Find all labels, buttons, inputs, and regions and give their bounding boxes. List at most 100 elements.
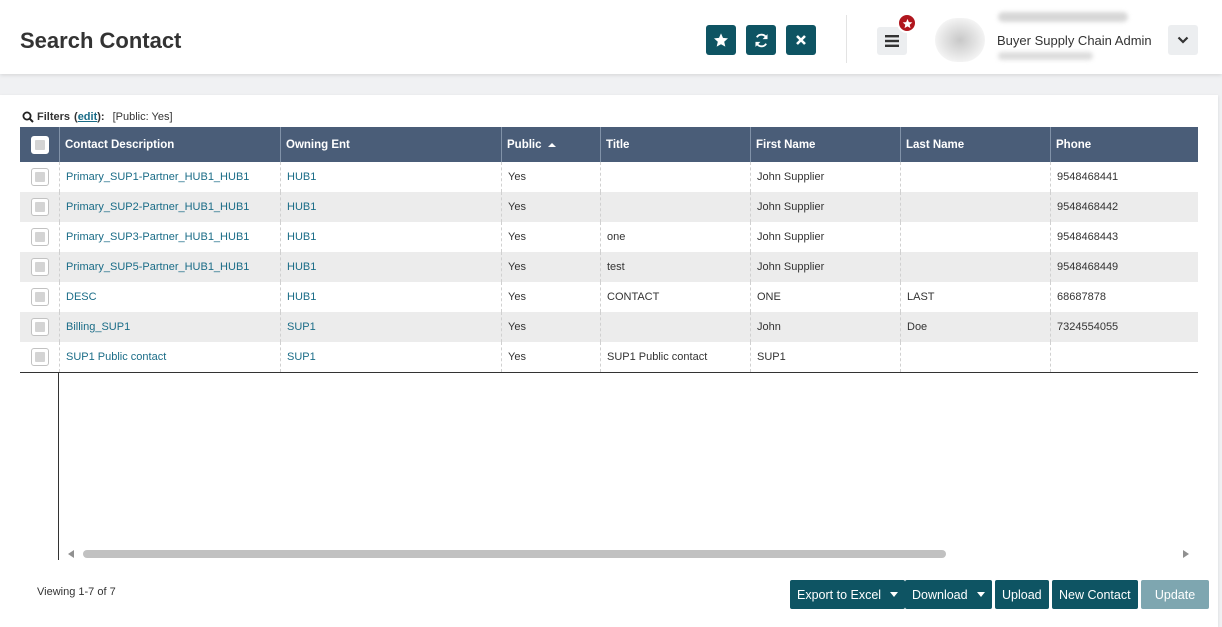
cell-title: one <box>600 222 750 252</box>
filters-edit-link[interactable]: edit <box>78 111 98 123</box>
column-header-first-name[interactable]: First Name <box>750 127 900 162</box>
table-row[interactable]: Primary_SUP1-Partner_HUB1_HUB1 HUB1 Yes Joh… <box>20 162 1198 192</box>
cell-contact-description-link[interactable]: Primary_SUP3-Partner_HUB1_HUB1 <box>59 222 280 252</box>
cell-owning-ent-link[interactable]: HUB1 <box>280 162 501 192</box>
row-checkbox[interactable] <box>30 288 49 306</box>
cell-contact-description-link[interactable]: Primary_SUP1-Partner_HUB1_HUB1 <box>59 162 280 192</box>
viewing-count: Viewing 1-7 of 7 <box>37 586 116 598</box>
cell-public: Yes <box>501 282 600 312</box>
column-header-last-name[interactable]: Last Name <box>900 127 1050 162</box>
row-checkbox[interactable] <box>30 348 49 366</box>
cell-owning-ent-link[interactable]: HUB1 <box>280 252 501 282</box>
cell-first-name: John Supplier <box>750 222 900 252</box>
chevron-down-icon <box>1177 36 1189 44</box>
column-header-phone[interactable]: Phone <box>1050 127 1198 162</box>
table-header: Contact Description Owning Ent Public Ti… <box>20 127 1198 162</box>
column-header-owning-ent[interactable]: Owning Ent <box>280 127 501 162</box>
filters-bar: Filters (edit): [Public: Yes] <box>22 111 173 123</box>
cell-last-name <box>900 342 1050 372</box>
notification-badge[interactable] <box>897 13 917 33</box>
upload-button[interactable]: Upload <box>995 580 1049 609</box>
row-select-cell <box>20 192 59 222</box>
cell-title <box>600 312 750 342</box>
table-row[interactable]: Primary_SUP5-Partner_HUB1_HUB1 HUB1 Yes tes… <box>20 252 1198 282</box>
cell-public: Yes <box>501 192 600 222</box>
contacts-table: Contact Description Owning Ent Public Ti… <box>20 127 1198 372</box>
table-bottom-border <box>20 372 1198 373</box>
caret-down-icon[interactable] <box>976 592 985 597</box>
page-title: Search Contact <box>20 28 182 53</box>
table-row[interactable]: Primary_SUP3-Partner_HUB1_HUB1 HUB1 Yes one… <box>20 222 1198 252</box>
results-panel: Filters (edit): [Public: Yes] Contact De… <box>0 95 1218 627</box>
row-checkbox[interactable] <box>30 258 49 276</box>
cell-first-name: ONE <box>750 282 900 312</box>
scrollbar-thumb[interactable] <box>83 550 946 558</box>
close-button[interactable] <box>786 25 816 55</box>
cell-contact-description-link[interactable]: DESC <box>59 282 280 312</box>
user-role: Buyer Supply Chain Admin <box>997 33 1152 48</box>
update-button[interactable]: Update <box>1141 580 1209 609</box>
row-select-cell <box>20 342 59 372</box>
user-name-blurred <box>998 12 1128 22</box>
cell-title <box>600 192 750 222</box>
row-select-cell <box>20 252 59 282</box>
row-checkbox[interactable] <box>30 318 49 336</box>
cell-owning-ent-link[interactable]: HUB1 <box>280 192 501 222</box>
cell-phone: 9548468441 <box>1050 162 1198 192</box>
row-select-cell <box>20 312 59 342</box>
table-row[interactable]: Billing_SUP1 SUP1 Yes John Doe 7324554055 <box>20 312 1198 342</box>
cell-owning-ent-link[interactable]: HUB1 <box>280 282 501 312</box>
filters-label: Filters <box>37 111 71 123</box>
column-header-public[interactable]: Public <box>501 127 600 162</box>
header-divider <box>846 15 847 63</box>
star-icon <box>714 33 728 47</box>
cell-first-name: John Supplier <box>750 252 900 282</box>
cell-owning-ent-link[interactable]: SUP1 <box>280 342 501 372</box>
new-contact-button[interactable]: New Contact <box>1052 580 1138 609</box>
cell-first-name: John <box>750 312 900 342</box>
favorite-button[interactable] <box>706 25 736 55</box>
filters-close-paren: ): <box>97 111 105 123</box>
scroll-left-arrow-icon[interactable] <box>68 550 74 558</box>
cell-title <box>600 162 750 192</box>
cell-public: Yes <box>501 342 600 372</box>
column-header-title[interactable]: Title <box>600 127 750 162</box>
download-button[interactable]: Download <box>905 580 992 609</box>
page-header: Search Contact Buyer Supply Chain Admin <box>0 0 1222 74</box>
row-select-cell <box>20 162 59 192</box>
table-row[interactable]: DESC HUB1 Yes CONTACT ONE LAST 68687878 <box>20 282 1198 312</box>
cell-contact-description-link[interactable]: Primary_SUP5-Partner_HUB1_HUB1 <box>59 252 280 282</box>
cell-title: test <box>600 252 750 282</box>
row-checkbox[interactable] <box>30 198 49 216</box>
caret-down-icon[interactable] <box>890 592 899 597</box>
star-badge-icon <box>902 18 912 28</box>
cell-contact-description-link[interactable]: Primary_SUP2-Partner_HUB1_HUB1 <box>59 192 280 222</box>
active-filter: [Public: Yes] <box>112 111 173 123</box>
cell-public: Yes <box>501 312 600 342</box>
cell-owning-ent-link[interactable]: SUP1 <box>280 312 501 342</box>
cell-first-name: John Supplier <box>750 162 900 192</box>
cell-phone: 68687878 <box>1050 282 1198 312</box>
cell-public: Yes <box>501 162 600 192</box>
horizontal-scrollbar[interactable] <box>60 545 1198 563</box>
select-all-checkbox[interactable] <box>30 135 49 154</box>
scroll-right-arrow-icon[interactable] <box>1183 550 1189 558</box>
user-menu-button[interactable] <box>1168 25 1198 55</box>
cell-first-name: John Supplier <box>750 192 900 222</box>
row-checkbox[interactable] <box>30 228 49 246</box>
export-to-excel-button[interactable]: Export to Excel <box>790 580 906 609</box>
row-checkbox[interactable] <box>30 168 49 186</box>
table-row[interactable]: Primary_SUP2-Partner_HUB1_HUB1 HUB1 Yes Joh… <box>20 192 1198 222</box>
refresh-icon <box>754 33 768 47</box>
cell-last-name <box>900 162 1050 192</box>
table-row[interactable]: SUP1 Public contact SUP1 Yes SUP1 Public co… <box>20 342 1198 372</box>
cell-contact-description-link[interactable]: SUP1 Public contact <box>59 342 280 372</box>
avatar[interactable] <box>935 18 985 62</box>
cell-last-name: Doe <box>900 312 1050 342</box>
refresh-button[interactable] <box>746 25 776 55</box>
cell-last-name: LAST <box>900 282 1050 312</box>
column-header-contact-description[interactable]: Contact Description <box>59 127 280 162</box>
cell-contact-description-link[interactable]: Billing_SUP1 <box>59 312 280 342</box>
cell-title: CONTACT <box>600 282 750 312</box>
cell-owning-ent-link[interactable]: HUB1 <box>280 222 501 252</box>
